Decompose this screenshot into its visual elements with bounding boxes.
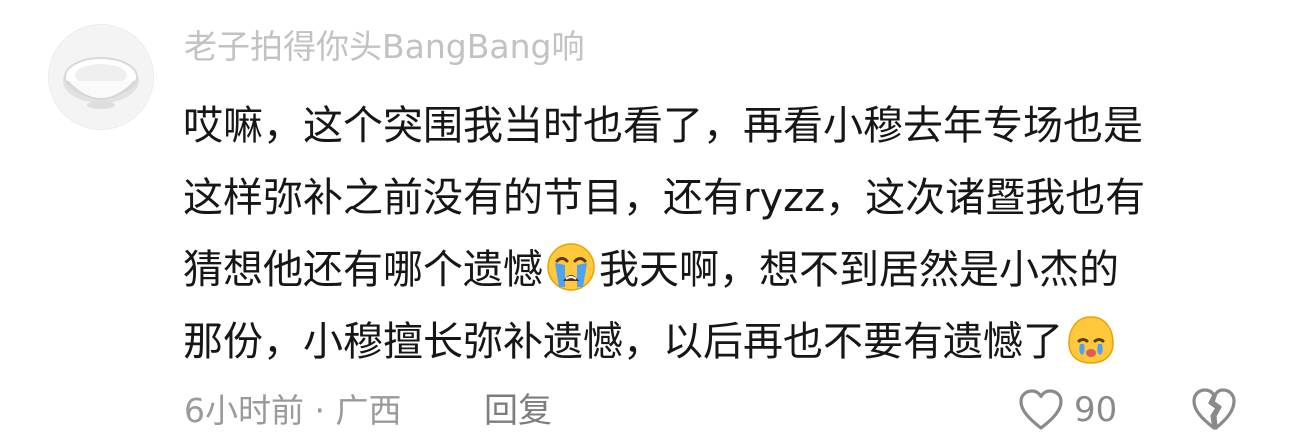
like-button[interactable]: 90: [1018, 384, 1117, 436]
bowl-icon: [49, 25, 153, 129]
comment-line-text: 那份，小穆擅长弥补遗憾，以后再也不要有遗憾了: [183, 319, 1063, 365]
comment-line: 猜想他还有哪个遗憾 我天啊，想不到居然是小杰的: [183, 234, 1243, 306]
comment-text: 哎嘛，这个突围我当时也看了，再看小穆去年专场也是 这样弥补之前没有的节目，还有r…: [183, 90, 1243, 378]
reply-button[interactable]: 回复: [484, 386, 552, 436]
comment-line-text: 哎嘛，这个突围我当时也看了，再看小穆去年专场也是: [183, 103, 1143, 149]
loudly-crying-face-icon: [545, 241, 597, 293]
comment-line: 哎嘛，这个突围我当时也看了，再看小穆去年专场也是: [183, 90, 1243, 162]
comment-item: 老子拍得你头BangBang响 哎嘛，这个突围我当时也看了，再看小穆去年专场也是…: [0, 0, 1290, 437]
like-count: 90: [1074, 390, 1118, 430]
comment-meta: 6小时前 · 广西: [184, 391, 402, 430]
comment-line: 这样弥补之前没有的节目，还有ryzz，这次诸暨我也有: [183, 162, 1243, 234]
avatar[interactable]: [48, 24, 154, 130]
dislike-button[interactable]: [1190, 386, 1238, 434]
comment-line: 那份，小穆擅长弥补遗憾，以后再也不要有遗憾了: [183, 306, 1243, 378]
comment-line-text: 猜想他还有哪个遗憾: [183, 247, 543, 293]
username[interactable]: 老子拍得你头BangBang响: [184, 22, 584, 72]
heart-outline-icon: [1019, 389, 1063, 430]
comment-line-text: 这样弥补之前没有的节目，还有ryzz，这次诸暨我也有: [183, 175, 1146, 221]
broken-heart-outline-icon: [1192, 388, 1236, 430]
crying-face-icon: [1065, 313, 1117, 365]
comment-line-text: 我天啊，想不到居然是小杰的: [599, 247, 1119, 293]
